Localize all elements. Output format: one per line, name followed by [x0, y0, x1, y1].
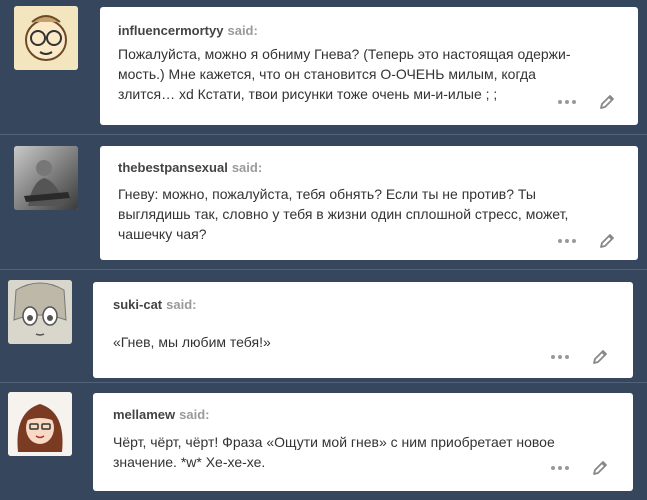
comment-line: Чёрт, чёрт, чёрт! Фраза «Ощути мой гнев»… [113, 434, 555, 450]
said-label: said: [179, 407, 210, 422]
comment-line: чашечку чая? [118, 226, 207, 242]
said-label: said: [231, 160, 263, 175]
edit-pencil-icon[interactable] [591, 459, 609, 477]
comment-card: suki-cat said: «Гнев, мы любим тебя!» [93, 282, 633, 378]
comment-header: thebestpansexual said: [118, 160, 262, 175]
comment-actions [558, 93, 616, 111]
comment-line: значение. *w* Хе-хе-хе. [113, 454, 266, 470]
avatar[interactable] [8, 280, 72, 344]
edit-pencil-icon[interactable] [598, 232, 616, 250]
comment-header: suki-cat said: [113, 297, 196, 312]
comment-card: mellamew said: Чёрт, чёрт, чёрт! Фраза «О… [93, 393, 633, 491]
avatar[interactable] [14, 6, 78, 70]
comment-actions [551, 348, 609, 366]
comment-line: мость.) Мне кажется, что он становится О… [118, 66, 536, 82]
comment-line: Гневу: можно, пожалуйста, тебя обнять? Е… [118, 186, 536, 202]
comment-line: «Гнев, мы любим тебя!» [113, 334, 271, 350]
post-separator [0, 382, 647, 383]
said-label: said: [227, 23, 258, 38]
comment-line: злится… xd Кстати, твои рисунки тоже оче… [118, 86, 498, 102]
more-options-icon[interactable] [551, 466, 569, 470]
comment-text: Гневу: можно, пожалуйста, тебя обнять? Е… [118, 184, 628, 244]
comment-text: Чёрт, чёрт, чёрт! Фраза «Ощути мой гнев»… [113, 432, 623, 472]
comment-line: выглядишь так, словно у тебя в жизни оди… [118, 206, 569, 222]
comment-line: Пожалуйста, можно я обниму Гнева? (Тепер… [118, 46, 571, 62]
post-separator [0, 269, 647, 270]
username-link[interactable]: thebestpansexual [118, 160, 228, 175]
username-link[interactable]: suki-cat [113, 297, 162, 312]
comment-card: influencermortyy said: Пожалуйста, можно … [100, 7, 638, 125]
more-options-icon[interactable] [558, 100, 576, 104]
username-link[interactable]: mellamew [113, 407, 175, 422]
edit-pencil-icon[interactable] [591, 348, 609, 366]
comment-actions [551, 459, 609, 477]
post-separator [0, 134, 647, 135]
avatar[interactable] [8, 392, 72, 456]
avatar[interactable] [14, 146, 78, 210]
comment-header: mellamew said: [113, 407, 210, 422]
username-link[interactable]: influencermortyy [118, 23, 223, 38]
said-label: said: [166, 297, 197, 312]
comment-actions [558, 232, 616, 250]
comment-text: Пожалуйста, можно я обниму Гнева? (Тепер… [118, 44, 628, 104]
comment-card: thebestpansexual said: Гневу: можно, пожа… [100, 146, 638, 260]
edit-pencil-icon[interactable] [598, 93, 616, 111]
more-options-icon[interactable] [551, 355, 569, 359]
comment-text: «Гнев, мы любим тебя!» [113, 332, 613, 352]
comment-header: influencermortyy said: [118, 23, 258, 38]
more-options-icon[interactable] [558, 239, 576, 243]
